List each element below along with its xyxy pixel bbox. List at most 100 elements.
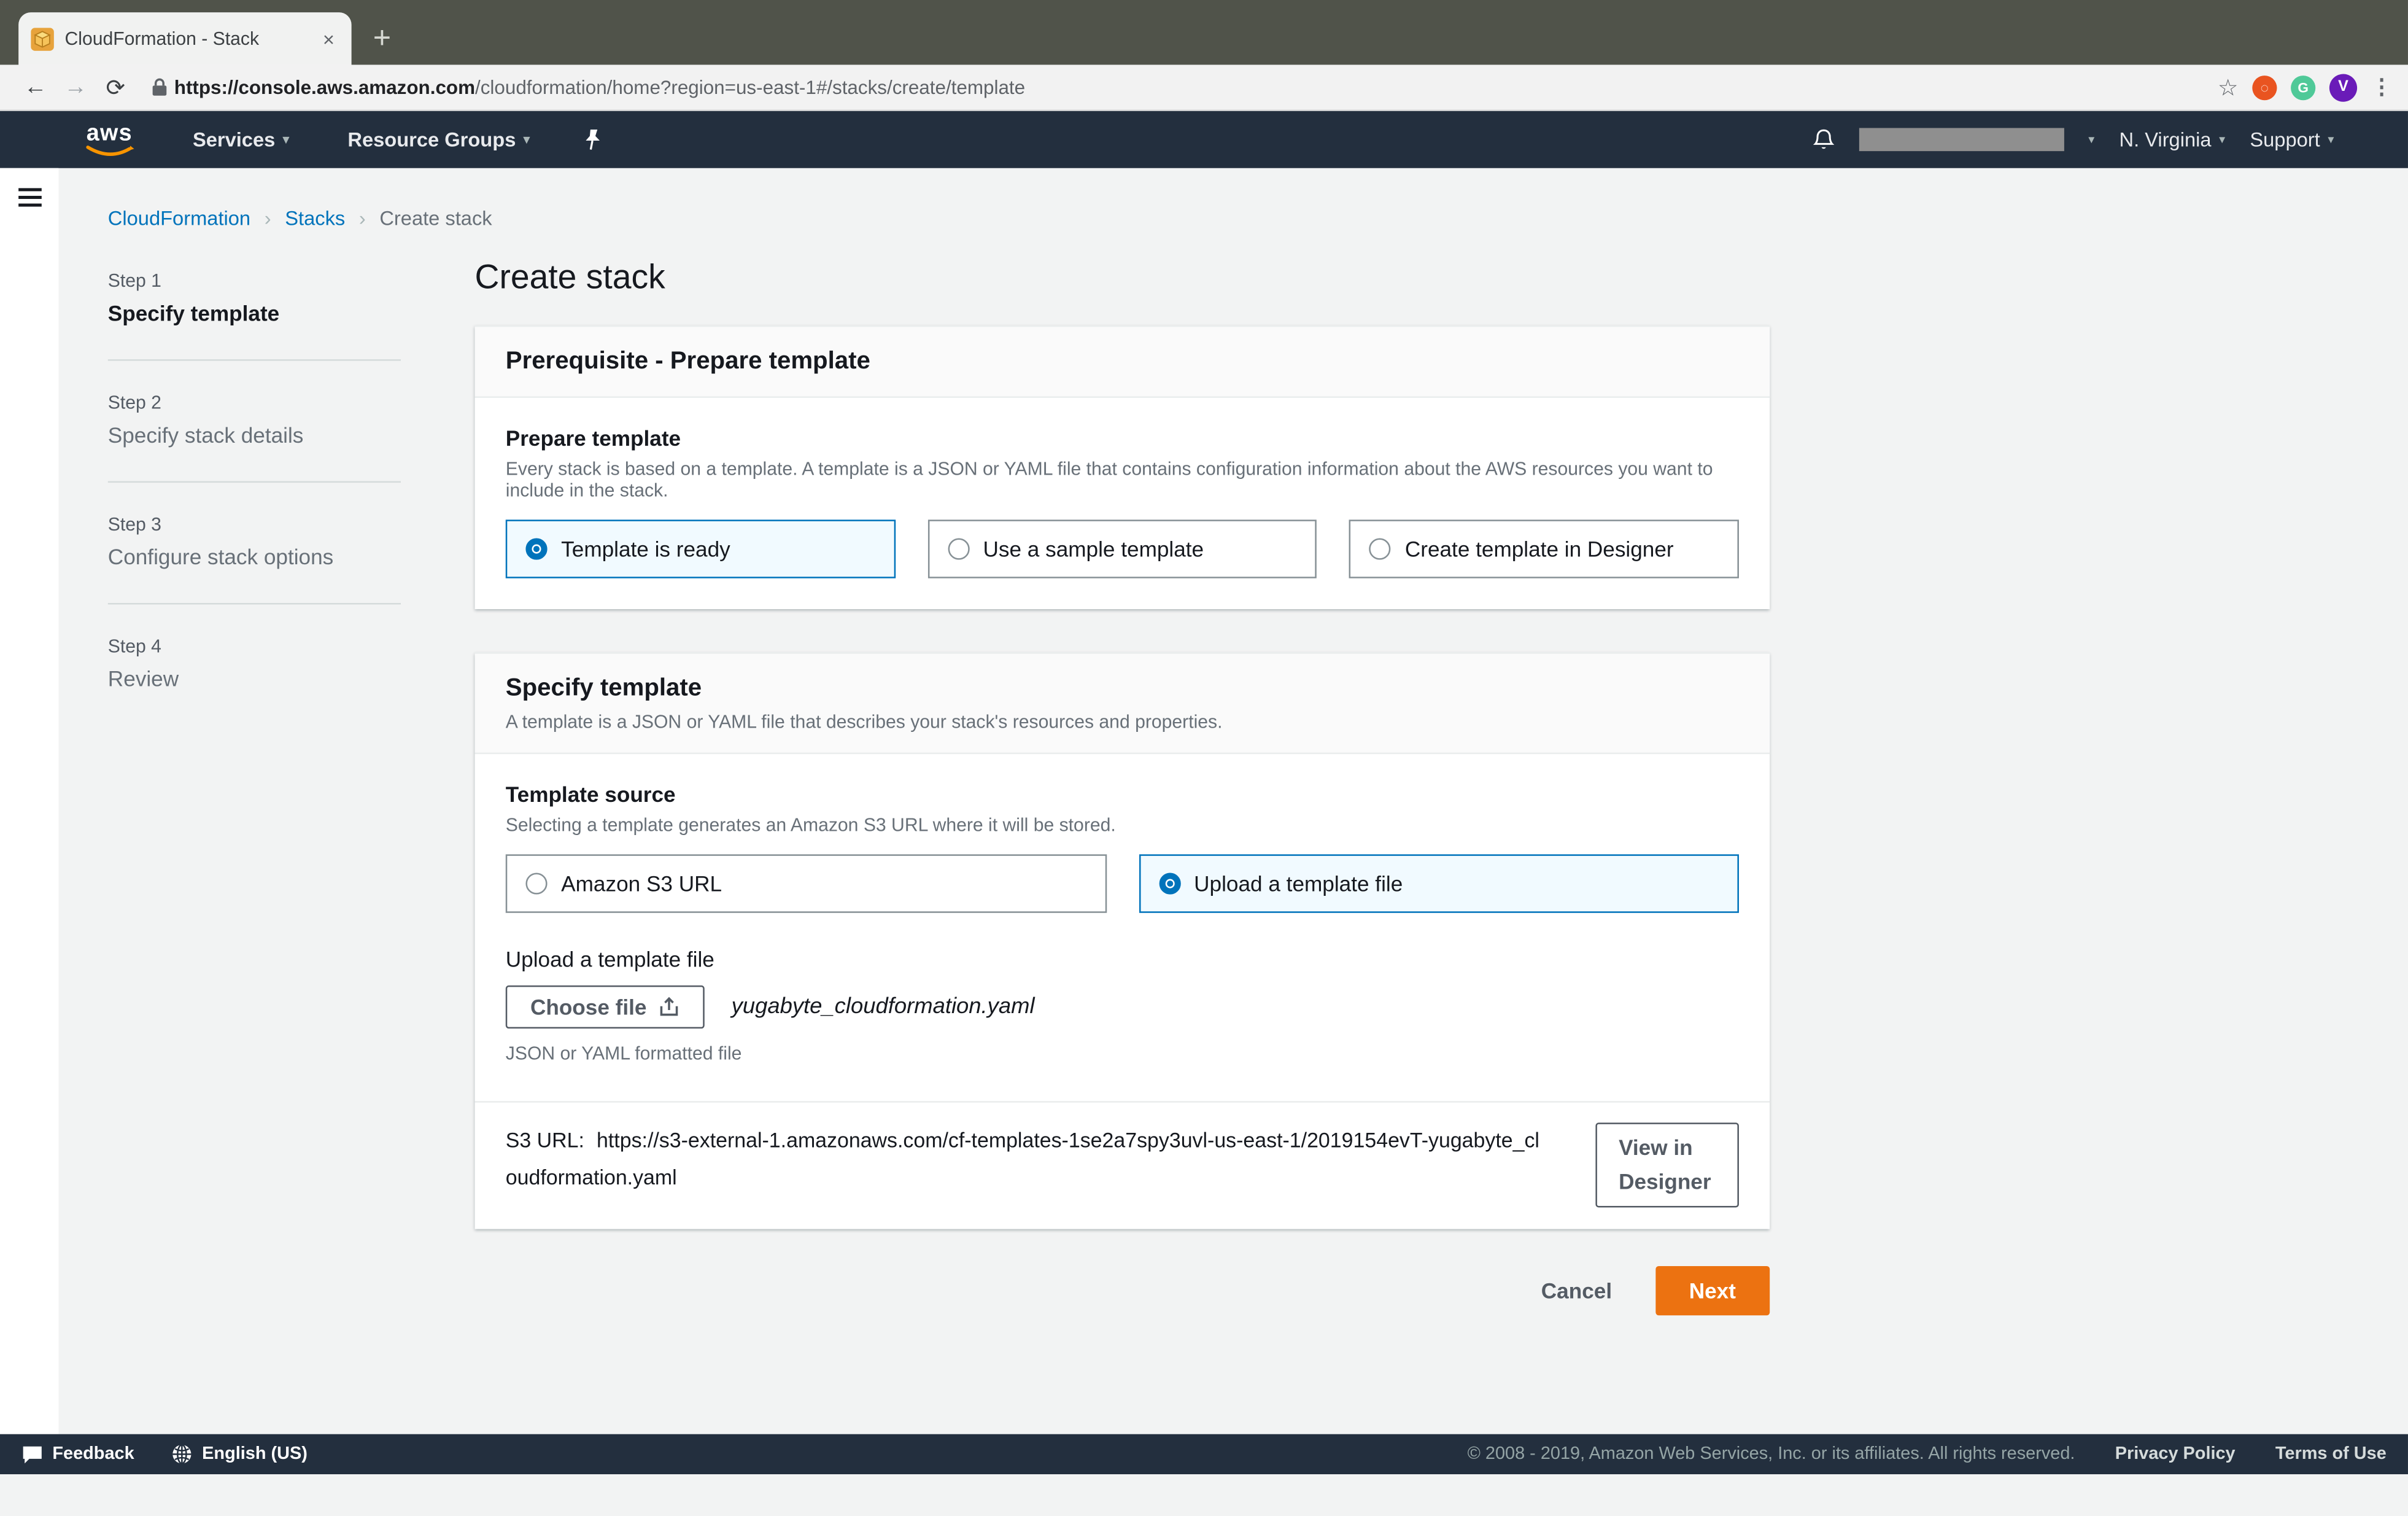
choose-file-button[interactable]: Choose file [506,985,705,1028]
option-label: Amazon S3 URL [561,871,722,896]
radio-selected-icon [525,538,547,560]
step-3-title: Configure stack options [108,545,416,569]
prepare-template-desc: Every stack is based on a template. A te… [506,458,1739,501]
option-template-is-ready[interactable]: Template is ready [506,519,896,578]
language-selector[interactable]: English (US) [171,1444,308,1465]
breadcrumb-separator-icon: › [359,207,366,230]
option-label: Create template in Designer [1405,537,1674,561]
step-4-title: Review [108,666,416,691]
url-input[interactable]: https://console.aws.amazon.com/cloudform… [174,76,2205,98]
breadcrumb-stacks[interactable]: Stacks [285,207,345,230]
chevron-down-icon: ▾ [283,133,289,147]
breadcrumb-separator-icon: › [265,207,271,230]
breadcrumb: CloudFormation › Stacks › Create stack [58,168,2408,230]
privacy-policy-link[interactable]: Privacy Policy [2115,1445,2236,1463]
step-4[interactable]: Step 4 Review [108,636,416,694]
specify-template-title: Specify template [506,675,1739,703]
s3-url-label: S3 URL: [506,1129,584,1152]
option-label: Template is ready [561,537,730,561]
option-label: Upload a template file [1194,871,1403,896]
browser-tab[interactable]: CloudFormation - Stack × [18,12,351,64]
next-button[interactable]: Next [1655,1267,1770,1316]
upload-template-file-label: Upload a template file [506,947,1739,971]
nav-resource-groups[interactable]: Resource Groups▾ [347,128,530,151]
browser-tab-strip: CloudFormation - Stack × + [0,0,2408,64]
url-path: /cloudformation/home?region=us-east-1#/s… [475,76,1025,98]
nav-support[interactable]: Support▾ [2250,128,2334,151]
cloudformation-favicon [31,27,54,50]
tab-title: CloudFormation - Stack [64,28,307,49]
selected-file-name: yugabyte_cloudformation.yaml [732,995,1035,1019]
step-1[interactable]: Step 1 Specify template [108,270,416,328]
prepare-template-label: Prepare template [506,426,1739,450]
template-source-label: Template source [506,782,1739,806]
step-3-number: Step 3 [108,513,416,535]
globe-icon [171,1444,193,1465]
specify-template-subtitle: A template is a JSON or YAML file that d… [506,711,1739,733]
breadcrumb-current: Create stack [379,207,492,230]
prerequisite-card-title: Prerequisite - Prepare template [506,349,1739,376]
chevron-down-icon: ▾ [2219,133,2225,147]
s3-url-row: S3 URL:https://s3-external-1.amazonaws.c… [475,1101,1770,1229]
chevron-down-icon: ▾ [2328,133,2334,147]
step-2-title: Specify stack details [108,422,416,447]
left-nav-strip [0,168,58,1474]
hamburger-menu-icon[interactable] [18,188,41,206]
upload-icon [659,996,681,1017]
lock-icon [151,77,168,98]
option-use-sample-template[interactable]: Use a sample template [927,519,1317,578]
view-in-designer-button[interactable]: View in Designer [1595,1122,1739,1208]
chevron-down-icon[interactable]: ▾ [2088,133,2094,147]
copyright-text: © 2008 - 2019, Amazon Web Services, Inc.… [1468,1445,2075,1463]
nav-services[interactable]: Services▾ [193,128,289,151]
specify-template-card: Specify template A template is a JSON or… [475,652,1770,1229]
file-format-hint: JSON or YAML formatted file [506,1043,1739,1064]
radio-selected-icon [1158,873,1180,895]
cancel-button[interactable]: Cancel [1541,1279,1612,1304]
nav-region[interactable]: N. Virginia▾ [2120,128,2226,151]
breadcrumb-cloudformation[interactable]: CloudFormation [108,207,250,230]
s3-url-text: S3 URL:https://s3-external-1.amazonaws.c… [506,1122,1548,1195]
account-name-redacted[interactable] [1859,128,2064,151]
option-label: Use a sample template [983,537,1204,561]
step-2-number: Step 2 [108,392,416,413]
feedback-bubble-icon [21,1444,43,1464]
extension-icon-grammarly[interactable]: G [2291,75,2315,99]
option-create-template-designer[interactable]: Create template in Designer [1349,519,1739,578]
back-icon[interactable]: ← [15,74,55,101]
aws-logo-text: aws [87,121,133,144]
step-1-title: Specify template [108,301,416,325]
prerequisite-card: Prerequisite - Prepare template Prepare … [475,325,1770,609]
s3-url-value: https://s3-external-1.amazonaws.com/cf-t… [506,1129,1539,1188]
step-1-number: Step 1 [108,270,416,292]
tab-close-icon[interactable]: × [318,27,339,50]
option-amazon-s3-url[interactable]: Amazon S3 URL [506,854,1106,912]
forward-icon[interactable]: → [55,74,95,101]
step-4-number: Step 4 [108,636,416,657]
bookmark-star-icon[interactable]: ☆ [2218,73,2239,101]
choose-file-label: Choose file [530,995,647,1019]
extension-icon-orange[interactable]: ◌ [2252,75,2277,99]
step-3[interactable]: Step 3 Configure stack options [108,513,416,572]
terms-of-use-link[interactable]: Terms of Use [2275,1445,2387,1463]
browser-toolbar: ← → ⟳ https://console.aws.amazon.com/clo… [0,64,2408,111]
template-source-desc: Selecting a template generates an Amazon… [506,814,1739,836]
url-host: https://console.aws.amazon.com [174,76,475,98]
radio-icon [1369,538,1391,560]
step-2[interactable]: Step 2 Specify stack details [108,392,416,450]
pushpin-icon[interactable] [582,128,602,151]
radio-icon [948,538,969,560]
notifications-bell-icon[interactable] [1813,127,1834,152]
radio-icon [525,873,547,895]
option-upload-template-file[interactable]: Upload a template file [1139,854,1739,912]
browser-menu-icon[interactable]: ⋮ [2371,74,2393,101]
aws-footer: Feedback English (US) © 2008 - 2019, Ama… [0,1434,2408,1474]
page-title: Create stack [475,257,1770,297]
new-tab-button[interactable]: + [373,23,391,54]
aws-top-nav: aws Services▾ Resource Groups▾ ▾ N. Virg… [0,111,2408,168]
browser-profile-avatar[interactable]: V [2329,73,2357,101]
feedback-button[interactable]: Feedback [21,1444,134,1464]
chevron-down-icon: ▾ [524,133,530,147]
aws-logo[interactable]: aws [85,121,134,158]
reload-icon[interactable]: ⟳ [96,73,136,101]
